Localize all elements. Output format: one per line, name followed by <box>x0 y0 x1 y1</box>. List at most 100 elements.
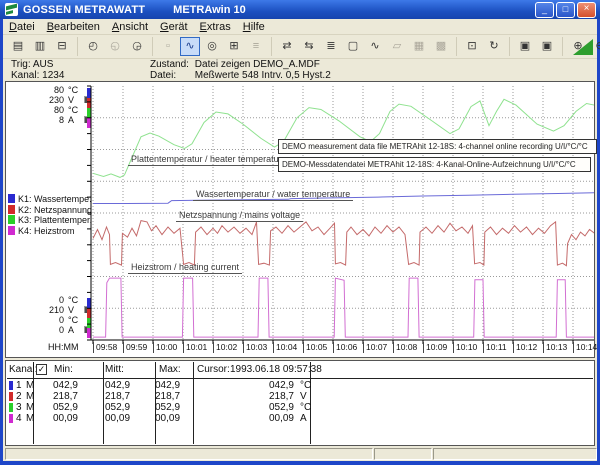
data-log-icon[interactable]: ≣ <box>321 37 341 56</box>
x-tick-label: 10:11 <box>483 342 507 353</box>
x-tick-label: 10:13 <box>543 342 567 353</box>
col-kanal-header: Kanal: <box>9 364 37 375</box>
menu-item-ansicht[interactable]: Ansicht <box>106 21 154 33</box>
menu-item-hilfe[interactable]: Hilfe <box>237 21 271 33</box>
toolbar-corner-triangle <box>573 39 593 55</box>
device-clock-2-icon: ◵ <box>105 37 125 56</box>
col-mitt-header: Mitt: <box>105 364 124 375</box>
table-row-k4[interactable]: 4M 00,0900,09 00,0900,09 A <box>6 413 594 424</box>
x-tick-label: 10:06 <box>333 342 357 353</box>
status-bar <box>3 448 597 460</box>
legend-item-k1[interactable]: K1: Wassertempe. <box>8 194 92 205</box>
col-max-header: Max: <box>159 364 181 375</box>
x-tick-label: 10:07 <box>363 342 387 353</box>
x-tick-label: 10:03 <box>243 342 267 353</box>
monitor-icon[interactable]: ▢ <box>343 37 363 56</box>
file-save-icon[interactable]: ▥ <box>30 37 50 56</box>
zustand-value: Datei zeigen DEMO_A.MDF <box>195 59 320 70</box>
tool-b-icon: ▦ <box>409 37 429 56</box>
x-axis-label: HH:MM <box>48 342 79 352</box>
menu-item-gert[interactable]: Gerät <box>154 21 194 33</box>
curve-label-plattentemperatur: Plattentemperatur / heater temperature <box>128 154 290 166</box>
view-table-icon[interactable]: ⊞ <box>224 37 244 56</box>
k1-color-swatch <box>8 194 15 203</box>
device-clock-1-icon[interactable]: ◴ <box>83 37 103 56</box>
window-body: DateiBearbeitenAnsichtGerätExtrasHilfe ▤… <box>3 19 597 461</box>
menu-item-datei[interactable]: Datei <box>3 21 41 33</box>
x-tick-label: 10:08 <box>393 342 417 353</box>
row-color-swatch <box>9 381 13 390</box>
datei-label: Datei: <box>150 70 192 81</box>
refresh-icon[interactable]: ↻ <box>484 37 504 56</box>
k2-color-swatch <box>8 205 15 214</box>
status-pane-right <box>433 448 597 460</box>
x-tick-label: 10:10 <box>453 342 477 353</box>
tool-c-icon: ▩ <box>431 37 451 56</box>
row-color-swatch <box>9 392 13 401</box>
view-crosshair-icon[interactable]: ◎ <box>202 37 222 56</box>
view-list-icon: ≡ <box>246 37 266 56</box>
status-pane-mid <box>374 448 432 460</box>
x-tick-label: 10:01 <box>183 342 207 353</box>
k4-color-swatch <box>8 226 15 235</box>
annotation-box-german: DEMO-Messdatendatei METRAhit 12-18S: 4-K… <box>278 157 591 172</box>
copy-icon[interactable]: ⊡ <box>462 37 482 56</box>
window-title-app: METRAwin 10 <box>173 4 246 16</box>
table-checkbox[interactable]: ✓ <box>36 364 47 375</box>
title-bar[interactable]: GOSSEN METRAWATT METRAwin 10 _ □ × <box>0 0 600 19</box>
channel-legend: K1: Wassertempe. K2: Netzspannung K3: Pl… <box>8 194 92 236</box>
legend-item-k2[interactable]: K2: Netzspannung <box>8 205 92 216</box>
k3-color-swatch <box>8 215 15 224</box>
table-row-k2[interactable]: 2M 218,7218,7 218,7218,7 V <box>6 391 594 402</box>
print-icon[interactable]: ▣ <box>515 37 535 56</box>
legend-item-k3[interactable]: K3: Plattentemper. <box>8 215 92 226</box>
minimize-button[interactable]: _ <box>535 2 554 18</box>
menu-item-extras[interactable]: Extras <box>194 21 237 33</box>
trace-k2 <box>93 221 594 266</box>
x-tick-label: 10:12 <box>513 342 537 353</box>
row-color-swatch <box>9 414 13 423</box>
device-send-icon[interactable]: ⇄ <box>277 37 297 56</box>
menu-item-bearbeiten[interactable]: Bearbeiten <box>41 21 106 33</box>
x-tick-label: 10:09 <box>423 342 447 353</box>
device-clock-3-icon[interactable]: ◶ <box>127 37 147 56</box>
cursor-time: 1993.06.18 09:57:38 <box>230 364 322 375</box>
statistics-table: Kanal: ✓ Min: Mitt: Max: Cursor: 1993.06… <box>5 360 595 446</box>
curve-label-heizstrom: Heizstrom / heating current <box>128 262 242 274</box>
datei-value: Meßwerte 548 Intrv. 0,5 Hyst.2 <box>195 70 331 81</box>
tool-a-icon: ▱ <box>387 37 407 56</box>
col-min-header: Min: <box>54 364 73 375</box>
trig-value: AUS <box>33 59 54 70</box>
table-row-k3[interactable]: 3M 052,9052,9 052,9052,9 °C <box>6 402 594 413</box>
trend-plot[interactable] <box>87 84 594 350</box>
menu-bar: DateiBearbeitenAnsichtGerätExtrasHilfe <box>3 19 597 35</box>
device-read-icon[interactable]: ⇆ <box>299 37 319 56</box>
waveform-icon[interactable]: ∿ <box>365 37 385 56</box>
row-color-swatch <box>9 403 13 412</box>
info-bar: Trig: AUS Kanal: 1234 Zustand: Datei zei… <box>3 58 597 81</box>
x-tick-label: 10:14 <box>573 342 597 353</box>
x-tick-label: 10:04 <box>273 342 297 353</box>
trace-k4 <box>93 278 594 337</box>
curve-label-netzspannung: Netzspannung / mains voltage <box>176 210 303 222</box>
zustand-label: Zustand: <box>150 59 192 70</box>
tool-bar: ▤▥⊟◴◵◶▫∿◎⊞≡⇄⇆≣▢∿▱▦▩⊡↻▣▣⊕⊖▭ <box>3 35 597 59</box>
kanal-value: 1234 <box>42 70 64 81</box>
trig-label: Trig: <box>11 59 31 70</box>
x-tick-label: 09:58 <box>93 342 117 353</box>
file-export-icon[interactable]: ⊟ <box>52 37 72 56</box>
window-title-vendor: GOSSEN METRAWATT <box>23 4 145 16</box>
close-button[interactable]: × <box>577 2 596 18</box>
annotation-box-english: DEMO measurement data file METRAhit 12-1… <box>278 139 597 154</box>
x-tick-label: 10:05 <box>303 342 327 353</box>
y-axis-top-scale: 80°C 230V 80°C 8A <box>34 85 92 125</box>
kanal-label: Kanal: <box>11 70 39 81</box>
legend-item-k4[interactable]: K4: Heizstrom <box>8 226 92 237</box>
curve-label-wassertemperatur: Wassertemperatur / water temperature <box>193 189 353 201</box>
view-chart-icon[interactable]: ∿ <box>180 37 200 56</box>
table-row-k1[interactable]: 1M 042,9042,9 042,9042,9 °C <box>6 380 594 391</box>
maximize-button[interactable]: □ <box>556 2 575 18</box>
cursor-header: Cursor: <box>197 364 230 375</box>
print-color-icon[interactable]: ▣ <box>537 37 557 56</box>
file-new-icon[interactable]: ▤ <box>8 37 28 56</box>
